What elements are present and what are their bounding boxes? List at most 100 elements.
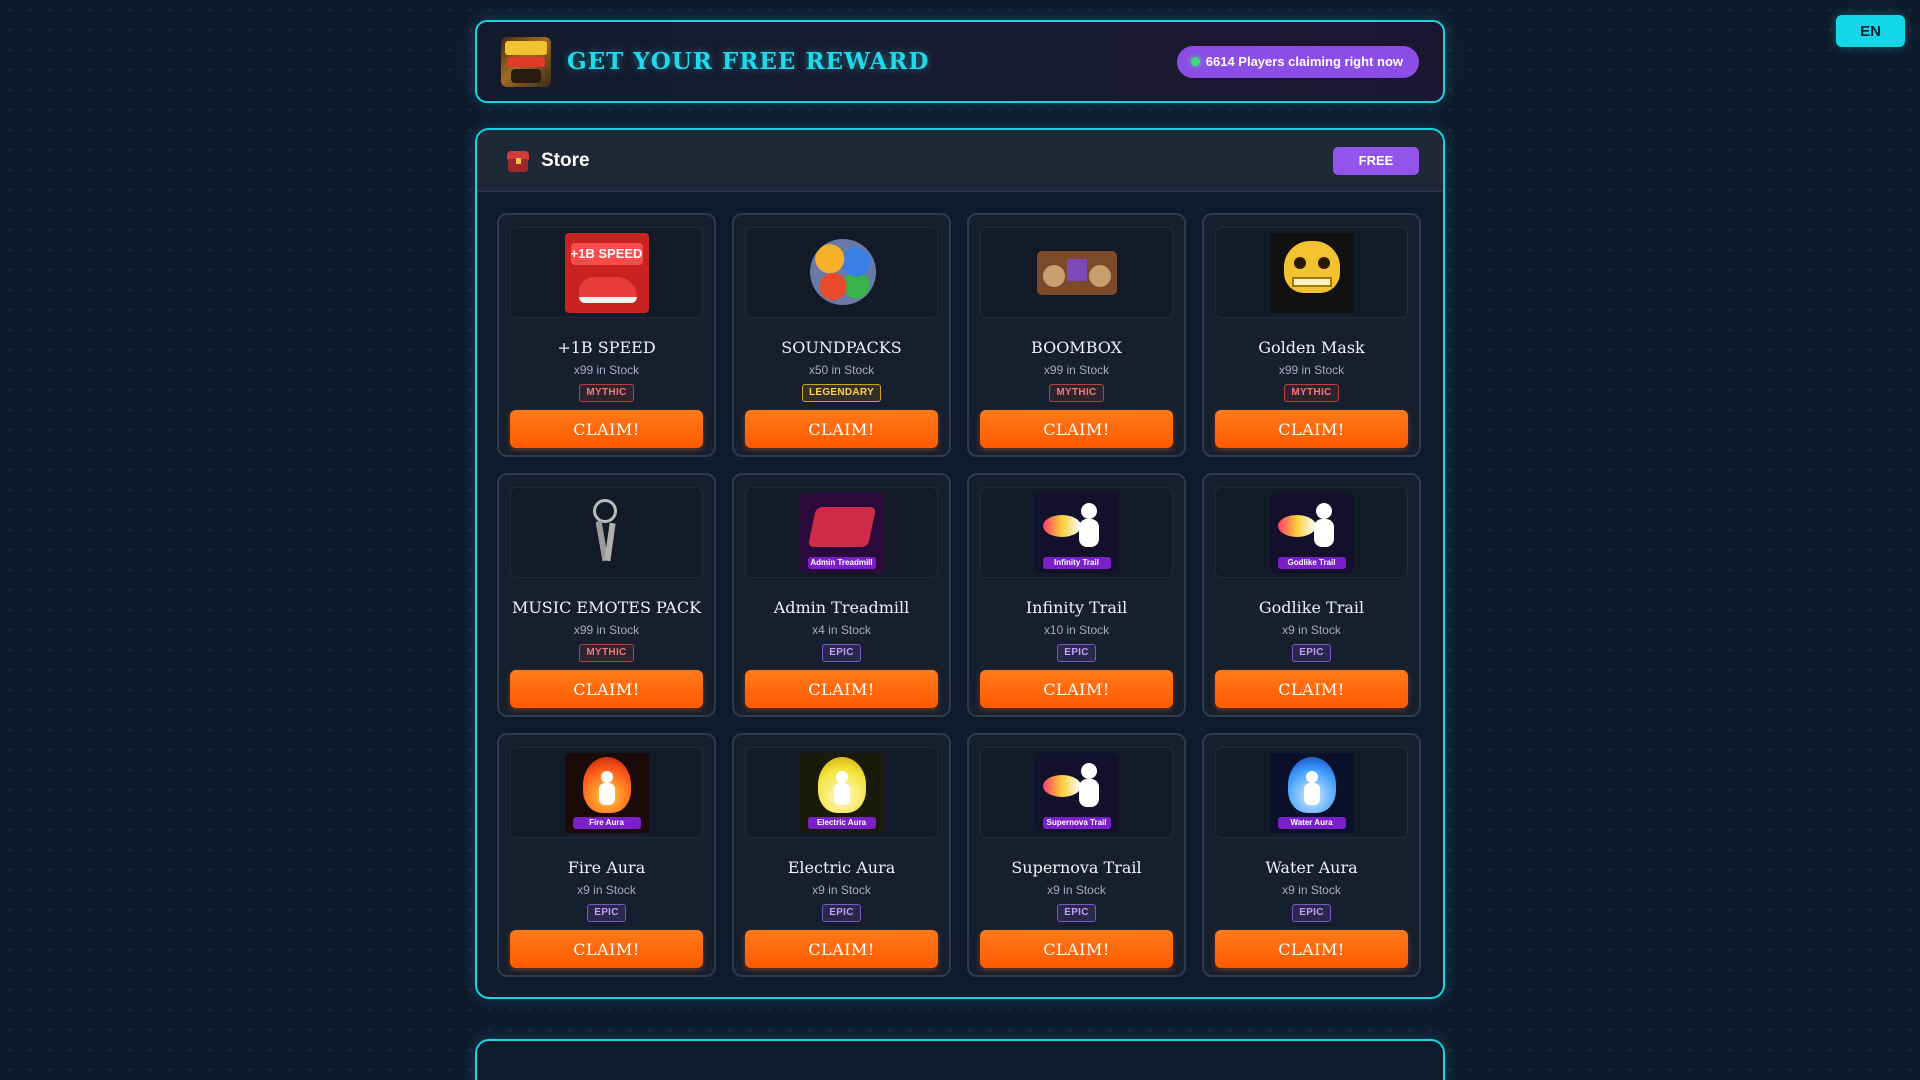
store-item-card: Golden Mask x99 in Stock MYTHIC CLAIM! bbox=[1202, 213, 1421, 457]
item-image-frame: Godlike Trail bbox=[1215, 487, 1408, 578]
item-image-label: Admin Treadmill bbox=[807, 556, 876, 569]
sound-orbs-icon bbox=[800, 233, 884, 313]
store-item-card: MUSIC EMOTES PACK x99 in Stock MYTHIC CL… bbox=[497, 473, 716, 717]
water-aura-icon: Water Aura bbox=[1269, 752, 1354, 833]
rarity-badge: EPIC bbox=[1292, 644, 1331, 662]
item-name: Infinity Trail bbox=[1025, 598, 1128, 617]
claim-button[interactable]: CLAIM! bbox=[1215, 410, 1408, 448]
item-stock: x9 in Stock bbox=[812, 883, 871, 897]
keyring-icon bbox=[565, 493, 649, 573]
rarity-badge: LEGENDARY bbox=[801, 384, 882, 402]
store-header: Store FREE bbox=[477, 130, 1443, 192]
store-item-card: Godlike Trail Godlike Trail x9 in Stock … bbox=[1202, 473, 1421, 717]
item-image-frame bbox=[510, 487, 703, 578]
electric-aura-icon: Electric Aura bbox=[799, 752, 884, 833]
game-logo-icon bbox=[501, 36, 551, 87]
item-image-frame bbox=[1215, 227, 1408, 318]
rarity-badge: EPIC bbox=[1057, 644, 1096, 662]
item-stock: x99 in Stock bbox=[1043, 363, 1110, 377]
red-sneaker-icon: +1B SPEED bbox=[564, 232, 649, 313]
item-image-frame: Infinity Trail bbox=[980, 487, 1173, 578]
rarity-badge: MYTHIC bbox=[579, 644, 634, 662]
rarity-badge: MYTHIC bbox=[1049, 384, 1104, 402]
store-item-card: Supernova Trail Supernova Trail x9 in St… bbox=[967, 733, 1186, 977]
store-items-grid: +1B SPEED +1B SPEED x99 in Stock MYTHIC … bbox=[497, 213, 1425, 977]
treadmill-icon: Admin Treadmill bbox=[799, 492, 884, 573]
claim-button[interactable]: CLAIM! bbox=[745, 410, 938, 448]
item-image-frame bbox=[745, 227, 938, 318]
item-name: MUSIC EMOTES PACK bbox=[511, 598, 702, 617]
store-title: Store bbox=[541, 149, 590, 171]
claim-button[interactable]: CLAIM! bbox=[980, 670, 1173, 708]
item-name: Fire Aura bbox=[567, 858, 646, 877]
rarity-badge: MYTHIC bbox=[579, 384, 634, 402]
item-name: Supernova Trail bbox=[1011, 858, 1142, 877]
trail-icon: Infinity Trail bbox=[1034, 492, 1119, 573]
rarity-badge: EPIC bbox=[1292, 904, 1331, 922]
item-image-frame: Fire Aura bbox=[510, 747, 703, 838]
item-stock: x9 in Stock bbox=[1047, 883, 1106, 897]
item-stock: x50 in Stock bbox=[808, 363, 875, 377]
item-image-label: Electric Aura bbox=[807, 816, 876, 829]
store-item-card: Electric Aura Electric Aura x9 in Stock … bbox=[732, 733, 951, 977]
store-item-card: SOUNDPACKS x50 in Stock LEGENDARY CLAIM! bbox=[732, 213, 951, 457]
store-item-card: Admin Treadmill Admin Treadmill x4 in St… bbox=[732, 473, 951, 717]
item-stock: x4 in Stock bbox=[812, 623, 871, 637]
store-item-card: BOOMBOX x99 in Stock MYTHIC CLAIM! bbox=[967, 213, 1186, 457]
item-image-label: Water Aura bbox=[1277, 816, 1346, 829]
claim-button[interactable]: CLAIM! bbox=[1215, 930, 1408, 968]
trail-icon: Supernova Trail bbox=[1034, 752, 1119, 833]
item-name: +1B SPEED bbox=[557, 338, 656, 357]
live-players-count: 6614 Players claiming right now bbox=[1205, 54, 1403, 69]
item-name: SOUNDPACKS bbox=[781, 338, 902, 357]
bottom-panel bbox=[475, 1039, 1445, 1080]
item-name: Electric Aura bbox=[787, 858, 896, 877]
live-players-badge: 6614 Players claiming right now bbox=[1176, 45, 1419, 78]
page-title: GET YOUR FREE REWARD bbox=[567, 48, 930, 75]
item-image-frame: Water Aura bbox=[1215, 747, 1408, 838]
item-image-label: Godlike Trail bbox=[1277, 556, 1346, 569]
item-image-frame: Admin Treadmill bbox=[745, 487, 938, 578]
rarity-badge: EPIC bbox=[822, 904, 861, 922]
item-stock: x10 in Stock bbox=[1043, 623, 1110, 637]
item-name: Golden Mask bbox=[1258, 338, 1365, 357]
golden-skull-mask-icon bbox=[1269, 232, 1354, 313]
store-panel: Store FREE +1B SPEED +1B SPEED x99 in St… bbox=[475, 128, 1445, 999]
claim-button[interactable]: CLAIM! bbox=[745, 930, 938, 968]
item-name: BOOMBOX bbox=[1031, 338, 1122, 357]
item-image-label: Fire Aura bbox=[572, 816, 641, 829]
boombox-icon bbox=[1035, 233, 1119, 313]
item-image-frame bbox=[980, 227, 1173, 318]
item-stock: x99 in Stock bbox=[1278, 363, 1345, 377]
item-image-label: Infinity Trail bbox=[1042, 556, 1111, 569]
item-name: Godlike Trail bbox=[1258, 598, 1365, 617]
item-image-frame: +1B SPEED bbox=[510, 227, 703, 318]
claim-button[interactable]: CLAIM! bbox=[510, 410, 703, 448]
item-stock: x99 in Stock bbox=[573, 623, 640, 637]
rarity-badge: EPIC bbox=[587, 904, 626, 922]
claim-button[interactable]: CLAIM! bbox=[745, 670, 938, 708]
live-status-icon bbox=[1190, 57, 1200, 66]
rarity-badge: EPIC bbox=[1057, 904, 1096, 922]
rarity-badge: EPIC bbox=[822, 644, 861, 662]
item-image-label: Supernova Trail bbox=[1042, 816, 1111, 829]
rarity-badge: MYTHIC bbox=[1284, 384, 1339, 402]
store-item-card: Infinity Trail Infinity Trail x10 in Sto… bbox=[967, 473, 1186, 717]
claim-button[interactable]: CLAIM! bbox=[1215, 670, 1408, 708]
claim-button[interactable]: CLAIM! bbox=[510, 930, 703, 968]
item-image-frame: Electric Aura bbox=[745, 747, 938, 838]
store-item-card: Fire Aura Fire Aura x9 in Stock EPIC CLA… bbox=[497, 733, 716, 977]
item-name: Admin Treadmill bbox=[773, 598, 910, 617]
claim-button[interactable]: CLAIM! bbox=[510, 670, 703, 708]
item-stock: x9 in Stock bbox=[1282, 623, 1341, 637]
language-button[interactable]: EN bbox=[1836, 15, 1905, 47]
trail-icon: Godlike Trail bbox=[1269, 492, 1354, 573]
item-name: Water Aura bbox=[1265, 858, 1358, 877]
claim-button[interactable]: CLAIM! bbox=[980, 930, 1173, 968]
item-image-frame: Supernova Trail bbox=[980, 747, 1173, 838]
free-badge: FREE bbox=[1333, 146, 1419, 175]
claim-button[interactable]: CLAIM! bbox=[980, 410, 1173, 448]
store-item-card: Water Aura Water Aura x9 in Stock EPIC C… bbox=[1202, 733, 1421, 977]
reward-header: GET YOUR FREE REWARD 6614 Players claimi… bbox=[475, 20, 1445, 103]
store-item-card: +1B SPEED +1B SPEED x99 in Stock MYTHIC … bbox=[497, 213, 716, 457]
